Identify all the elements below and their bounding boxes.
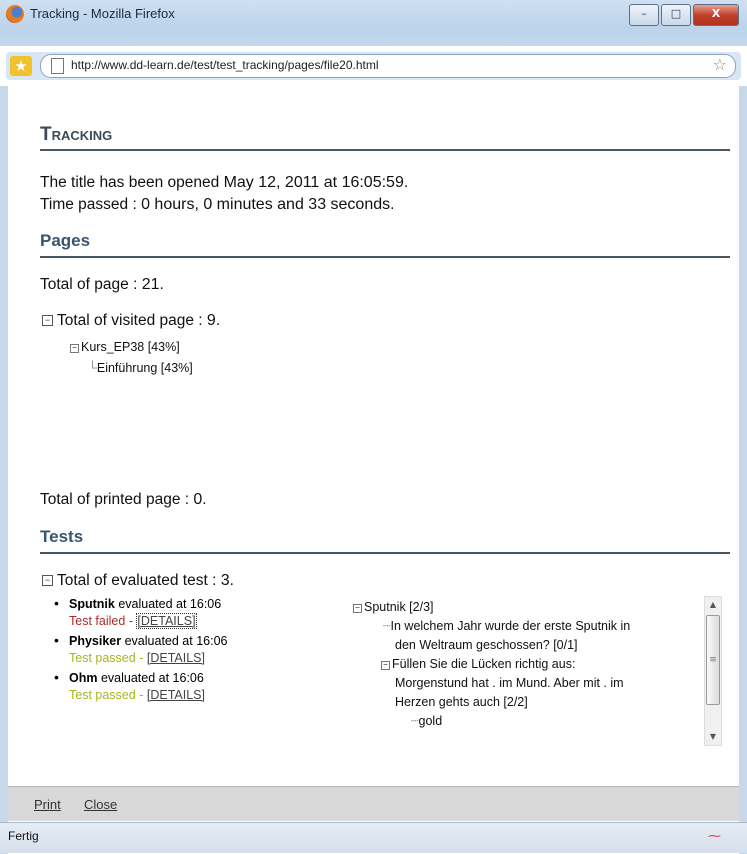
- activity-icon: ⁓: [708, 829, 721, 844]
- window-controls: – □ X: [627, 4, 739, 26]
- title-bar: Tracking - Mozilla Firefox – □ X: [0, 0, 747, 46]
- tree-node-label: Einführung [43%]: [96, 361, 193, 375]
- firefox-logo-icon: [6, 5, 24, 23]
- detail-question-2-cont: Morgenstund hat . im Mund. Aber mit . im: [353, 674, 703, 693]
- frame-border-left: [0, 86, 8, 854]
- test-item: Physiker evaluated at 16:06 Test passed …: [54, 632, 228, 667]
- test-evaluated: evaluated at 16:06: [124, 634, 228, 648]
- close-link[interactable]: Close: [84, 797, 117, 812]
- bookmark-star-icon[interactable]: ★: [10, 56, 32, 76]
- maximize-button[interactable]: □: [661, 4, 691, 26]
- time-suffix: .: [390, 196, 395, 213]
- print-link[interactable]: Print: [34, 797, 61, 812]
- scroll-thumb[interactable]: ≡: [706, 615, 720, 705]
- test-name: Physiker: [69, 634, 122, 648]
- page-icon: [51, 58, 64, 74]
- detail-tree-root[interactable]: − Sputnik [2/3]: [353, 598, 703, 617]
- total-pages-label: Total of page :: [40, 276, 142, 293]
- detail-line: Sputnik [2/3]: [364, 600, 434, 614]
- detail-question-2[interactable]: − Füllen Sie die Lücken richtig aus:: [353, 655, 703, 674]
- time-value: 0 hours, 0 minutes and 33 seconds: [141, 196, 391, 213]
- printed-value: 0: [193, 491, 203, 508]
- detail-question: ┈In welchem Jahr wurde der erste Sputnik…: [353, 617, 703, 636]
- tests-divider: [40, 552, 730, 554]
- evaluated-label: Total of evaluated test :: [57, 572, 221, 589]
- browser-window: Tracking - Mozilla Firefox – □ X ★ http:…: [0, 0, 747, 854]
- tree-connector: ┈: [411, 714, 419, 728]
- test-item: Ohm evaluated at 16:06 Test passed - [DE…: [54, 669, 227, 704]
- test-name: Ohm: [69, 671, 98, 685]
- collapse-tests-icon[interactable]: −: [42, 575, 53, 586]
- visited-value: 9: [206, 312, 216, 329]
- visited-pages-line: − Total of visited page : 9.: [42, 312, 220, 330]
- opened-prefix: The title has been opened: [40, 174, 224, 191]
- pages-divider: [40, 256, 730, 258]
- detail-question-2-cont: Herzen gehts auch [2/2]: [353, 693, 703, 712]
- test-status: Test passed: [69, 651, 136, 665]
- tree-node-label: Kurs_EP38 [43%]: [81, 340, 180, 354]
- time-prefix: Time passed :: [40, 196, 142, 213]
- heading-divider: [40, 149, 730, 151]
- url-text[interactable]: http://www.dd-learn.de/test/test_trackin…: [71, 58, 379, 72]
- tests-section-title: Tests: [40, 527, 84, 546]
- evaluated-value: 3: [220, 572, 230, 589]
- test-status: Test failed: [69, 614, 126, 628]
- opened-value: May 12, 2011 at 16:05:59: [223, 174, 404, 191]
- detail-scrollbar[interactable]: ▲ ≡ ▼: [704, 596, 722, 746]
- detail-question-cont: den Weltraum geschossen? [0/1]: [353, 636, 703, 655]
- test-evaluated: evaluated at 16:06: [118, 597, 222, 611]
- details-link[interactable]: [DETAILS]: [136, 613, 197, 629]
- details-link[interactable]: [DETAILS]: [147, 688, 205, 702]
- collapse-visited-icon[interactable]: −: [42, 315, 53, 326]
- address-bar: ★ http://www.dd-learn.de/test/test_track…: [6, 52, 741, 80]
- status-separator: -: [139, 651, 144, 665]
- test-item: Sputnik evaluated at 16:06 Test failed -…: [54, 595, 227, 630]
- tree-collapse-icon[interactable]: −: [381, 661, 390, 670]
- status-separator: -: [128, 614, 133, 628]
- tree-node-page[interactable]: └Einführung [43%]: [88, 361, 193, 375]
- detail-line: In welchem Jahr wurde der erste Sputnik …: [390, 619, 631, 633]
- tree-node-course[interactable]: − Kurs_EP38 [43%]: [70, 340, 180, 354]
- page-heading: Tracking: [40, 124, 113, 145]
- minimize-button[interactable]: –: [629, 4, 659, 26]
- opened-line: The title has been opened May 12, 2011 a…: [40, 174, 408, 192]
- scroll-down-icon[interactable]: ▼: [705, 729, 721, 745]
- detail-line: Herzen gehts auch [2/2]: [395, 695, 528, 709]
- tree-connector: ┈: [383, 619, 391, 633]
- test-status: Test passed: [69, 688, 136, 702]
- test-evaluated: evaluated at 16:06: [100, 671, 204, 685]
- details-link[interactable]: [DETAILS]: [147, 651, 205, 665]
- detail-line: Morgenstund hat . im Mund. Aber mit . im: [395, 676, 624, 690]
- detail-line: gold: [418, 714, 443, 728]
- tests-list: Sputnik evaluated at 16:06 Test failed -…: [54, 595, 228, 707]
- total-pages-line: Total of page : 21.: [40, 276, 164, 293]
- pages-section-title: Pages: [40, 231, 91, 250]
- tree-collapse-icon[interactable]: −: [70, 344, 79, 353]
- frame-border-right: [739, 86, 747, 854]
- evaluated-tests-line: − Total of evaluated test : 3.: [42, 572, 234, 590]
- tree-connector: └: [88, 361, 97, 375]
- status-text: Fertig: [8, 829, 39, 843]
- visited-label: Total of visited page :: [57, 312, 207, 329]
- page-content: Tracking The title has been opened May 1…: [8, 86, 739, 786]
- tree-collapse-icon[interactable]: −: [353, 604, 362, 613]
- print-bar: Print Close: [8, 786, 739, 821]
- status-bar: Fertig ⁓: [0, 822, 747, 853]
- bookmark-outline-icon[interactable]: ☆: [713, 55, 727, 74]
- detail-answer: ┈gold: [353, 712, 703, 731]
- total-pages-value: 21: [141, 276, 160, 293]
- detail-line: den Weltraum geschossen? [0/1]: [395, 638, 578, 652]
- url-field[interactable]: http://www.dd-learn.de/test/test_trackin…: [40, 54, 736, 78]
- detail-line: Füllen Sie die Lücken richtig aus:: [392, 657, 576, 671]
- window-title: Tracking - Mozilla Firefox: [30, 6, 175, 21]
- scroll-up-icon[interactable]: ▲: [705, 597, 721, 613]
- status-separator: -: [139, 688, 144, 702]
- test-name: Sputnik: [69, 597, 115, 611]
- time-line: Time passed : 0 hours, 0 minutes and 33 …: [40, 196, 394, 214]
- opened-suffix: .: [403, 174, 409, 191]
- printed-pages-line: Total of printed page : 0.: [40, 491, 207, 508]
- printed-label: Total of printed page :: [40, 491, 194, 508]
- test-detail-tree: − Sputnik [2/3] ┈In welchem Jahr wurde de…: [353, 598, 703, 743]
- close-window-button[interactable]: X: [693, 4, 739, 26]
